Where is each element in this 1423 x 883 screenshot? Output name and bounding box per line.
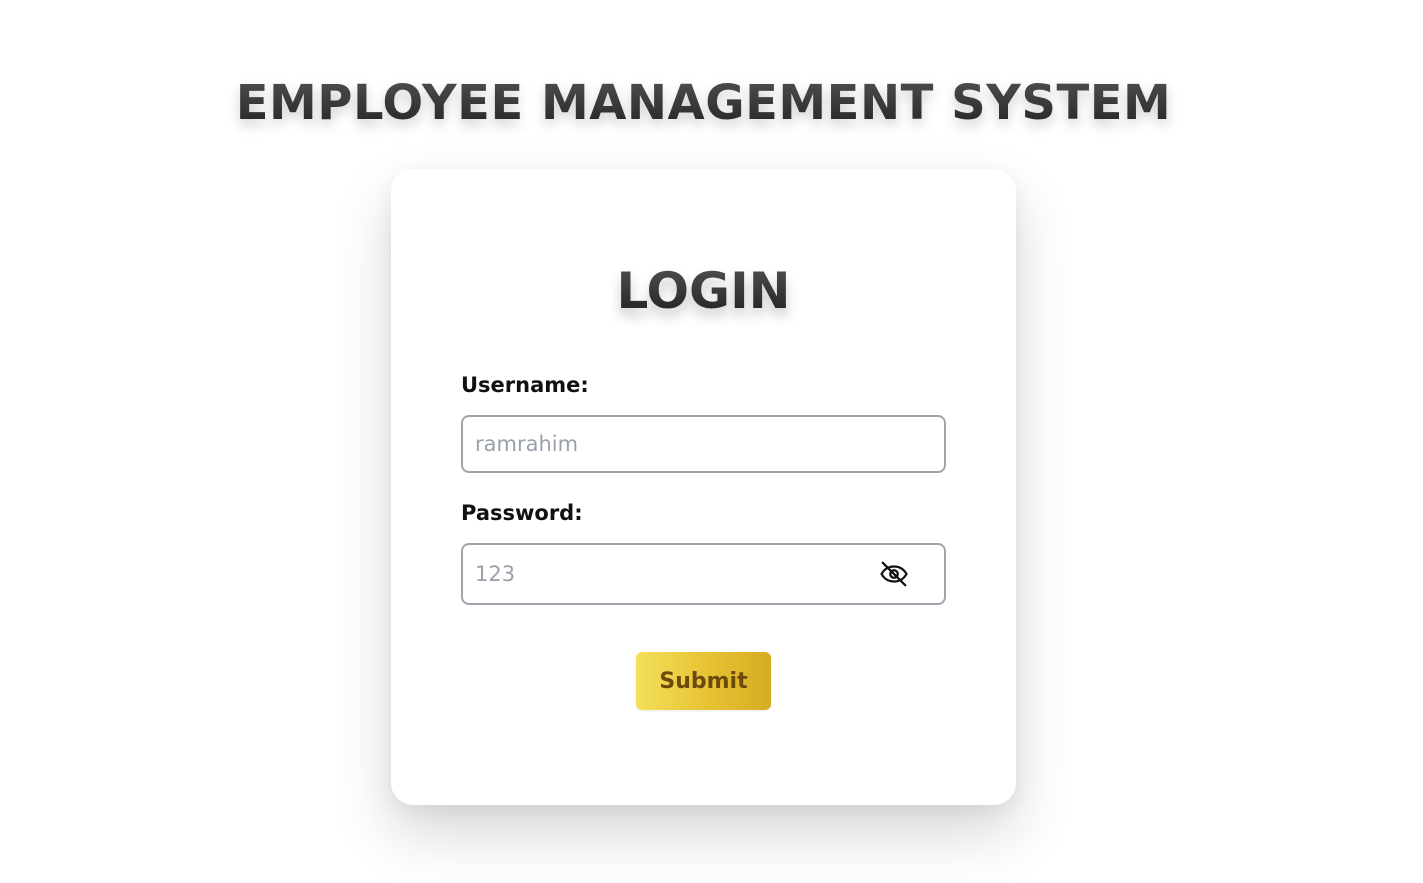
username-label: Username: — [461, 373, 589, 397]
password-input[interactable] — [463, 545, 944, 603]
password-field-container — [461, 543, 946, 605]
submit-button[interactable]: Submit — [636, 652, 771, 710]
username-input[interactable] — [463, 417, 944, 471]
eye-slash-icon[interactable] — [878, 558, 910, 590]
login-heading: LOGIN — [391, 259, 1016, 323]
login-card: LOGIN Username: Password: Submit — [391, 169, 1016, 805]
login-page: EMPLOYEE MANAGEMENT SYSTEM LOGIN Usernam… — [0, 0, 1423, 883]
password-label: Password: — [461, 501, 583, 525]
username-field-container — [461, 415, 946, 473]
app-title: EMPLOYEE MANAGEMENT SYSTEM — [0, 70, 1407, 136]
